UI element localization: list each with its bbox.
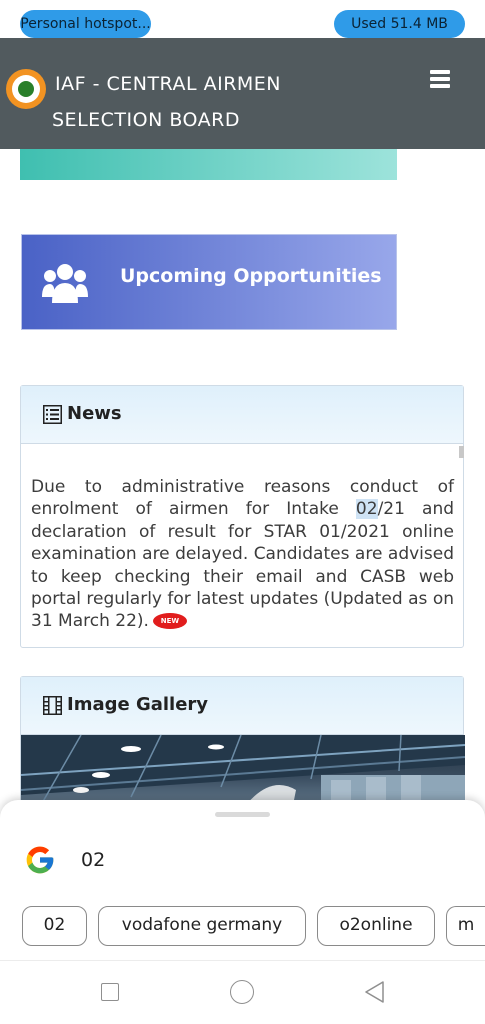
system-nav-bar <box>0 960 485 1024</box>
search-query-text[interactable]: 02 <box>81 847 105 873</box>
suggestion-chip[interactable]: m <box>446 906 485 946</box>
suggestion-chip[interactable]: vodafone germany <box>98 906 306 946</box>
teal-banner[interactable] <box>20 149 397 180</box>
news-item[interactable]: Due to administrative reasons conduct of… <box>31 476 454 633</box>
search-suggestion-sheet: 02 02 vodafone germany o2online m <box>0 800 485 960</box>
news-text-highlight: 02 <box>355 499 378 520</box>
status-bar: Personal hotspot... Used 51.4 MB <box>0 0 485 38</box>
site-title-line1[interactable]: IAF - CENTRAL AIRMEN <box>55 70 281 98</box>
back-triangle-icon[interactable] <box>363 980 387 1004</box>
logo-ring <box>12 75 40 103</box>
upcoming-opportunities-label: Upcoming Opportunities <box>120 265 382 287</box>
home-circle-icon[interactable] <box>230 980 254 1004</box>
upcoming-opportunities-button[interactable]: Upcoming Opportunities <box>21 234 397 330</box>
news-card-header: News <box>21 386 463 444</box>
google-icon[interactable] <box>24 844 56 876</box>
new-badge-icon: NEW <box>152 613 187 630</box>
news-heading: News <box>67 403 122 424</box>
iaf-roundel-logo-icon[interactable] <box>6 69 46 109</box>
hamburger-menu-icon[interactable] <box>428 68 454 90</box>
news-card: News Due to administrative reasons condu… <box>20 385 464 648</box>
suggestion-chip[interactable]: o2online <box>317 906 435 946</box>
list-icon <box>43 405 62 424</box>
sheet-drag-handle[interactable] <box>215 812 270 817</box>
site-title-line2[interactable]: SELECTION BOARD <box>52 106 240 134</box>
hotspot-pill[interactable]: Personal hotspot... <box>20 10 151 38</box>
gallery-card-header: Image Gallery <box>21 677 463 735</box>
gallery-heading: Image Gallery <box>67 694 209 715</box>
menu-bar-middle <box>430 77 450 81</box>
data-usage-pill[interactable]: Used 51.4 MB <box>334 10 465 38</box>
users-group-icon <box>42 264 88 303</box>
suggestion-chip[interactable]: 02 <box>22 906 87 946</box>
film-icon <box>43 696 62 715</box>
logo-center <box>18 81 34 97</box>
recents-square-icon[interactable] <box>101 983 119 1001</box>
menu-bar-top <box>430 70 450 74</box>
menu-bar-bottom <box>430 84 450 88</box>
news-scrollbar[interactable] <box>459 446 464 458</box>
